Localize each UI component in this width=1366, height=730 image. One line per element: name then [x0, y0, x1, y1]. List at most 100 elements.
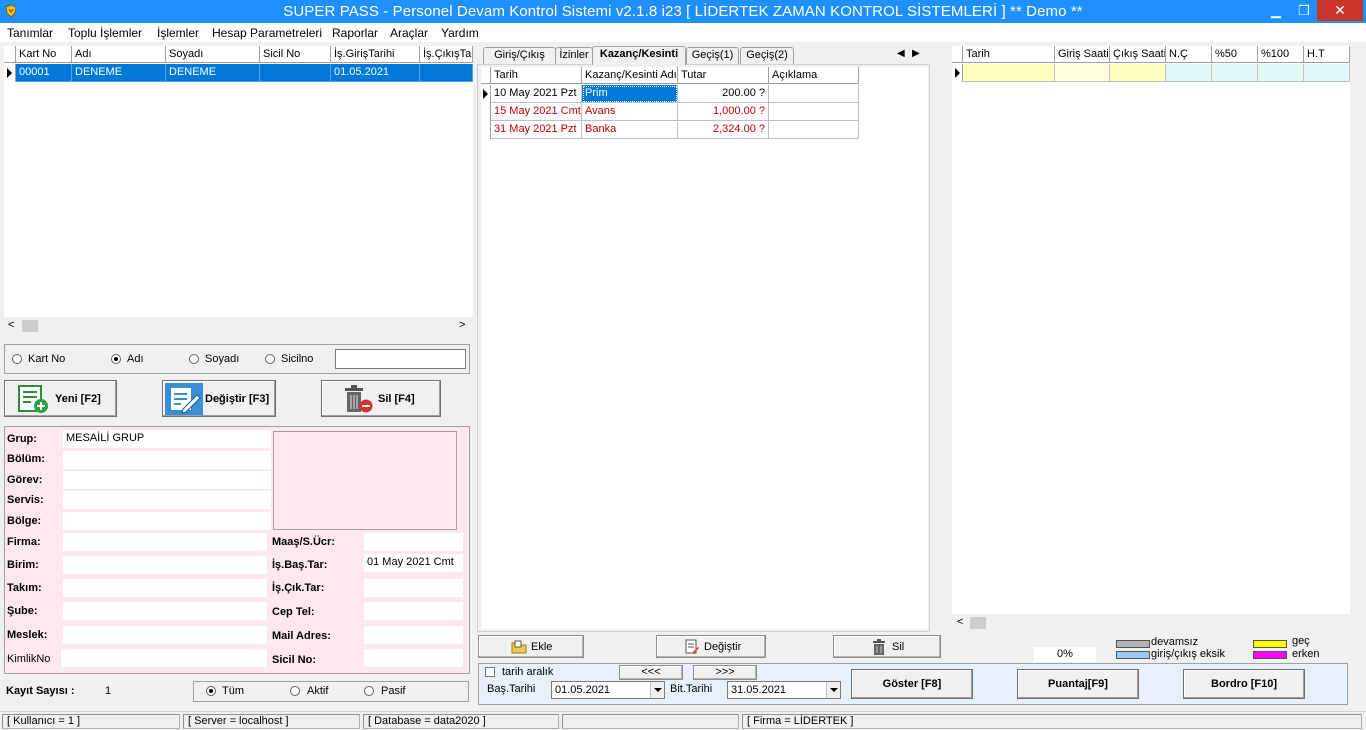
edit-button[interactable]: Değiştir [F3]	[162, 380, 276, 417]
cell-sicil-no[interactable]	[260, 64, 331, 82]
scroll-left-icon[interactable]: <	[8, 319, 14, 331]
cell-is-cikis-tarihi[interactable]	[420, 64, 473, 82]
personnel-grid[interactable]: Kart No Adı Soyadı Sicil No İş.GirişTari…	[4, 46, 473, 335]
cell-kazanc-kesinti-adi[interactable]: Avans	[582, 103, 678, 121]
close-button[interactable]: ✕	[1317, 0, 1363, 21]
tarih-aralik-checkbox[interactable]	[485, 667, 495, 677]
cell-cikis-saati[interactable]	[1110, 64, 1166, 82]
col-aciklama[interactable]: Açıklama	[769, 67, 859, 84]
chevron-down-icon[interactable]	[826, 682, 840, 698]
cell-tarih[interactable]: 15 May 2021 Cmt	[491, 103, 582, 121]
label-is-cik-tar: İş.Çık.Tar:	[272, 582, 325, 594]
chevron-down-icon[interactable]	[650, 682, 664, 698]
payroll-button[interactable]: Bordro [F10]	[1183, 669, 1305, 699]
attendance-horizontal-scrollbar[interactable]: <	[952, 614, 1350, 632]
menu-toplu-islemler[interactable]: Toplu İşlemler	[68, 26, 142, 40]
tab-gecis-2[interactable]: Geçiş(2)	[740, 47, 794, 64]
tab-scroll-right-icon[interactable]: ▶	[912, 48, 920, 59]
tab-izinler[interactable]: İzinler	[555, 47, 593, 64]
cell-nc[interactable]	[1166, 64, 1212, 82]
table-row[interactable]: 00001 DENEME DENEME 01.05.2021	[4, 64, 473, 82]
cell-tarih[interactable]	[963, 64, 1055, 82]
menu-yardim[interactable]: Yardım	[441, 26, 479, 40]
radio-pasif-label: Pasif	[381, 685, 406, 697]
prev-period-button[interactable]: <<<	[619, 665, 683, 680]
col-sicil-no[interactable]: Sicil No	[260, 46, 331, 63]
col-kart-no[interactable]: Kart No	[16, 46, 72, 63]
radio-tum[interactable]	[206, 686, 216, 696]
timesheet-button[interactable]: Puantaj[F9]	[1017, 669, 1139, 699]
radio-adi[interactable]	[111, 354, 121, 364]
col-is-giris-tarihi[interactable]: İş.GirişTarihi	[331, 46, 420, 63]
col-yuzde-50[interactable]: %50	[1212, 46, 1258, 63]
cell-tutar[interactable]: 200.00 ?	[678, 85, 769, 103]
radio-aktif[interactable]	[290, 686, 300, 696]
cell-kazanc-kesinti-adi[interactable]: Prim	[582, 85, 678, 103]
scroll-thumb[interactable]	[970, 617, 986, 629]
add-earning-button[interactable]: Ekle	[478, 635, 584, 658]
tab-giris-cikis[interactable]: Giriş/Çıkış	[483, 47, 556, 64]
menu-araclar[interactable]: Araçlar	[390, 26, 428, 40]
table-row[interactable]	[952, 64, 1350, 82]
cell-aciklama[interactable]	[769, 121, 859, 139]
radio-sicilno[interactable]	[265, 354, 275, 364]
earnings-grid[interactable]: Tarih Kazanç/Kesinti Adı Tutar Açıklama …	[481, 67, 928, 629]
scroll-thumb[interactable]	[22, 320, 38, 332]
cell-giris-saati[interactable]	[1055, 64, 1110, 82]
delete-button[interactable]: Sil [F4]	[321, 380, 441, 417]
col-tarih[interactable]: Tarih	[963, 46, 1055, 63]
cell-aciklama[interactable]	[769, 85, 859, 103]
cell-tarih[interactable]: 31 May 2021 Pzt	[491, 121, 582, 139]
table-row[interactable]: 10 May 2021 Pzt Prim 200.00 ?	[481, 85, 859, 103]
end-date-picker[interactable]: 31.05.2021	[727, 681, 841, 699]
menu-tanimlar[interactable]: Tanımlar	[7, 26, 53, 40]
col-tarih[interactable]: Tarih	[491, 67, 582, 84]
cell-tutar[interactable]: 2,324.00 ?	[678, 121, 769, 139]
cell-adi[interactable]: DENEME	[72, 64, 166, 82]
horizontal-scrollbar[interactable]: < >	[4, 317, 473, 335]
cell-yuzde-50[interactable]	[1212, 64, 1258, 82]
menu-islemler[interactable]: İşlemler	[157, 26, 199, 40]
edit-earning-button[interactable]: Değiştir	[656, 635, 766, 658]
col-cikis-saati[interactable]: Çıkış Saati	[1110, 46, 1166, 63]
delete-earning-button[interactable]: Sil	[833, 635, 941, 658]
tab-gecis-1[interactable]: Geçiş(1)	[686, 47, 739, 64]
col-tutar[interactable]: Tutar	[678, 67, 769, 84]
show-button[interactable]: Göster [F8]	[851, 669, 973, 699]
cell-yuzde-100[interactable]	[1258, 64, 1304, 82]
menu-hesap-parametreleri[interactable]: Hesap Parametreleri	[212, 26, 322, 40]
tab-scroll-left-icon[interactable]: ◀	[897, 48, 905, 59]
new-button[interactable]: Yeni [F2]	[4, 380, 117, 417]
next-period-button[interactable]: >>>	[693, 665, 757, 680]
col-yuzde-100[interactable]: %100	[1258, 46, 1304, 63]
cell-is-giris-tarihi[interactable]: 01.05.2021	[331, 64, 420, 82]
scroll-left-icon[interactable]: <	[957, 616, 963, 628]
attendance-grid[interactable]: Tarih Giriş Saati Çıkış Saati N.Ç %50 %1…	[952, 46, 1350, 632]
radio-soyadi[interactable]	[189, 354, 199, 364]
tab-kazanc-kesinti[interactable]: Kazanç/Kesinti	[592, 46, 686, 65]
col-kazanc-kesinti-adi[interactable]: Kazanç/Kesinti Adı	[582, 67, 678, 84]
table-row[interactable]: 31 May 2021 Pzt Banka 2,324.00 ?	[481, 121, 859, 139]
cell-kart-no[interactable]: 00001	[16, 64, 72, 82]
col-is-cikis-tarihi[interactable]: İş.ÇıkışTa	[420, 46, 473, 63]
menu-raporlar[interactable]: Raporlar	[332, 26, 378, 40]
table-row[interactable]: 15 May 2021 Cmt Avans 1,000.00 ?	[481, 103, 859, 121]
cell-tarih[interactable]: 10 May 2021 Pzt	[491, 85, 582, 103]
cell-kazanc-kesinti-adi[interactable]: Banka	[582, 121, 678, 139]
cell-ht[interactable]	[1304, 64, 1350, 82]
search-input[interactable]	[335, 349, 466, 369]
radio-kart-no[interactable]	[12, 354, 22, 364]
col-nc[interactable]: N.Ç	[1166, 46, 1212, 63]
col-soyadi[interactable]: Soyadı	[166, 46, 260, 63]
scroll-right-icon[interactable]: >	[459, 319, 465, 331]
start-date-picker[interactable]: 01.05.2021	[551, 681, 665, 699]
cell-tutar[interactable]: 1,000.00 ?	[678, 103, 769, 121]
radio-pasif[interactable]	[364, 686, 374, 696]
minimize-button[interactable]: ▁	[1262, 0, 1290, 21]
cell-aciklama[interactable]	[769, 103, 859, 121]
col-giris-saati[interactable]: Giriş Saati	[1055, 46, 1110, 63]
cell-soyadi[interactable]: DENEME	[166, 64, 260, 82]
col-ht[interactable]: H.T	[1304, 46, 1350, 63]
restore-button[interactable]: ❐	[1290, 0, 1318, 21]
col-adi[interactable]: Adı	[72, 46, 166, 63]
